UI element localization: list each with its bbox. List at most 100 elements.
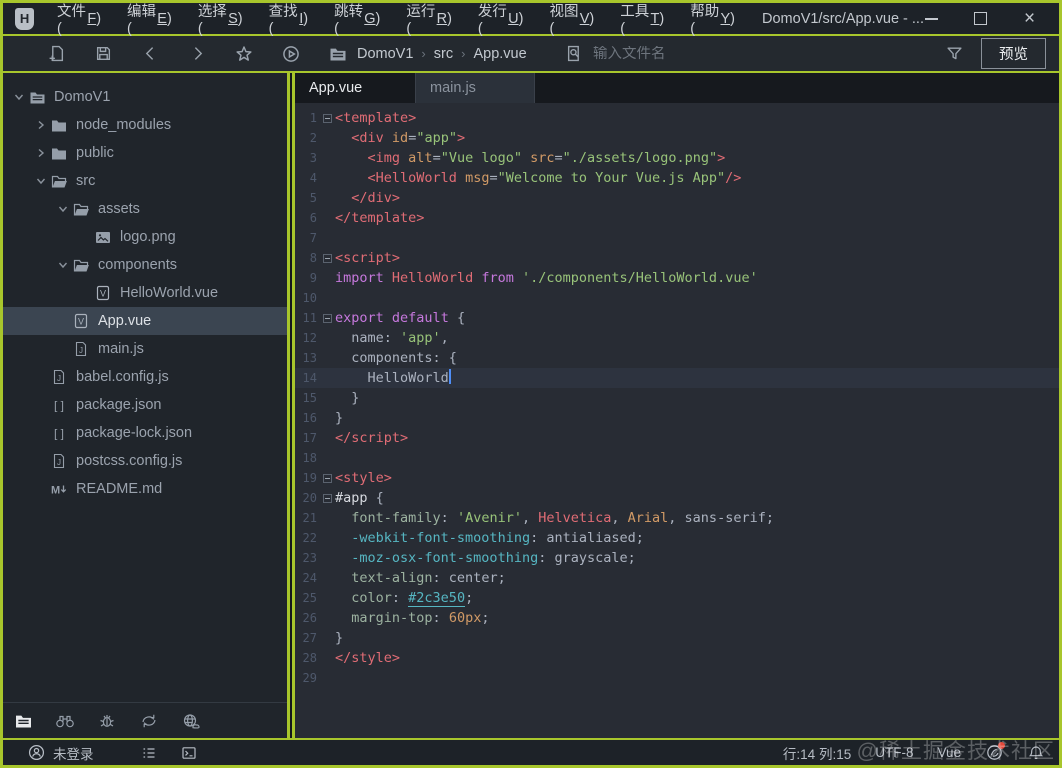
breadcrumb-separator-icon: ›: [461, 46, 466, 61]
menu-item[interactable]: 文件(F): [44, 3, 114, 37]
folder-icon: [49, 146, 69, 160]
funnel-icon[interactable]: [945, 45, 963, 63]
breadcrumb-item[interactable]: DomoV1: [357, 46, 413, 62]
editor-tab-main-js[interactable]: main.js: [415, 73, 535, 103]
line-number: 24: [302, 571, 317, 585]
editor-tab-app-vue[interactable]: App.vue: [295, 73, 415, 103]
tree-item-app-vue[interactable]: V App.vue: [3, 307, 287, 335]
menu-item[interactable]: 编辑(E): [114, 3, 185, 37]
tree-item-src[interactable]: src: [3, 167, 287, 195]
tree-item-postcss-config-js[interactable]: Jpostcss.config.js: [3, 447, 287, 475]
breadcrumb-item[interactable]: App.vue: [473, 46, 526, 62]
tree-item-package-json[interactable]: [ ] package.json: [3, 391, 287, 419]
tree-item-label: main.js: [98, 341, 144, 357]
code-line: 5 </div>: [295, 188, 1059, 208]
fold-marker-icon[interactable]: [319, 253, 335, 263]
tree-item-logo-png[interactable]: logo.png: [3, 223, 287, 251]
back-icon[interactable]: [141, 45, 159, 63]
search-input[interactable]: [593, 45, 893, 62]
menu-item[interactable]: 视图(V): [536, 3, 607, 37]
menu-item[interactable]: 帮助(Y): [677, 3, 748, 37]
encoding-indicator[interactable]: UTF-8: [875, 745, 913, 760]
sync-icon[interactable]: [139, 711, 159, 731]
new-file-icon[interactable]: [47, 45, 65, 63]
login-status[interactable]: 未登录: [53, 743, 94, 763]
minimize-icon[interactable]: [924, 11, 939, 26]
task-list-icon[interactable]: [140, 744, 158, 762]
tree-item-assets[interactable]: assets: [3, 195, 287, 223]
svg-text:[ ]: [ ]: [54, 399, 64, 413]
tree-item-public[interactable]: public: [3, 139, 287, 167]
community-icon[interactable]: [985, 741, 1005, 762]
chevron-down-icon[interactable]: [11, 92, 27, 102]
code-line: 10: [295, 288, 1059, 308]
code-line: 20 #app {: [295, 488, 1059, 508]
account-icon[interactable]: [27, 744, 45, 762]
menu-item[interactable]: 查找(I): [256, 3, 322, 37]
preview-button[interactable]: 预览: [981, 38, 1046, 69]
star-icon[interactable]: [235, 45, 253, 63]
line-number: 29: [302, 671, 317, 685]
chevron-down-icon[interactable]: [55, 204, 71, 214]
binoculars-icon[interactable]: [55, 711, 75, 731]
globe-icon[interactable]: [181, 711, 201, 731]
chevron-right-icon[interactable]: [33, 148, 49, 158]
tree-item-node-modules[interactable]: node_modules: [3, 111, 287, 139]
tree-item-domov1[interactable]: DomoV1: [3, 83, 287, 111]
terminal-icon[interactable]: [180, 744, 198, 762]
fold-marker-icon[interactable]: [319, 113, 335, 123]
tree-item-components[interactable]: components: [3, 251, 287, 279]
fold-marker-icon[interactable]: [319, 493, 335, 503]
code-area[interactable]: 1 <template> 2 <div id="app"> 3 <img alt="V…: [295, 103, 1059, 738]
line-number: 21: [302, 511, 317, 525]
md-file-icon: M: [49, 481, 69, 497]
line-number: 11: [302, 311, 317, 325]
code-text: text-align: center;: [351, 570, 506, 586]
menu-item[interactable]: 运行(R): [393, 3, 465, 37]
hbuilderx-logo-icon: H: [15, 7, 35, 30]
code-text: }: [335, 630, 344, 646]
tree-item-package-lock-json[interactable]: [ ] package-lock.json: [3, 419, 287, 447]
bug-icon[interactable]: [97, 711, 117, 731]
fold-marker-icon[interactable]: [319, 473, 335, 483]
code-text: </style>: [335, 650, 401, 666]
code-line: 24 text-align: center;: [295, 568, 1059, 588]
line-number: 6: [309, 211, 317, 225]
line-col-indicator[interactable]: 行:14 列:15: [783, 743, 851, 763]
line-number: 9: [309, 271, 317, 285]
chevron-down-icon[interactable]: [55, 260, 71, 270]
code-line: 7: [295, 228, 1059, 248]
tree-item-label: assets: [98, 201, 140, 217]
chevron-right-icon[interactable]: [33, 120, 49, 130]
run-icon[interactable]: [282, 45, 300, 63]
tree-item-readme-md[interactable]: M README.md: [3, 475, 287, 503]
maximize-icon[interactable]: [973, 11, 988, 26]
menu-item[interactable]: 跳转(G): [321, 3, 393, 37]
menu-item[interactable]: 发行(U): [465, 3, 537, 37]
code-line: 13 components: {: [295, 348, 1059, 368]
files-panel-icon[interactable]: [13, 711, 33, 731]
fold-marker-icon[interactable]: [319, 313, 335, 323]
save-icon[interactable]: [94, 45, 112, 63]
tree-item-label: package-lock.json: [76, 425, 193, 441]
tree-item-label: logo.png: [120, 229, 176, 245]
language-mode-indicator[interactable]: Vue: [937, 745, 961, 760]
json-file-icon: [ ]: [49, 425, 69, 441]
menu-item[interactable]: 选择(S): [185, 3, 256, 37]
code-line: 15 }: [295, 388, 1059, 408]
tree-item-main-js[interactable]: Jmain.js: [3, 335, 287, 363]
svg-text:J: J: [79, 346, 83, 355]
tree-item-babel-config-js[interactable]: Jbabel.config.js: [3, 363, 287, 391]
code-text: }: [335, 390, 360, 406]
menu-item[interactable]: 工具(T): [607, 3, 677, 37]
bell-icon[interactable]: [1027, 744, 1045, 762]
js-file-icon: J: [49, 453, 69, 469]
close-icon[interactable]: ×: [1022, 9, 1037, 28]
breadcrumb-item[interactable]: src: [434, 46, 453, 62]
code-text: </div>: [351, 190, 401, 206]
forward-icon[interactable]: [188, 45, 206, 63]
window-title: DomoV1/src/App.vue - ...: [762, 10, 924, 27]
tree-item-helloworld-vue[interactable]: V HelloWorld.vue: [3, 279, 287, 307]
chevron-down-icon[interactable]: [33, 176, 49, 186]
file-tree: DomoV1 node_modules public src assets logo.pn…: [3, 73, 287, 702]
